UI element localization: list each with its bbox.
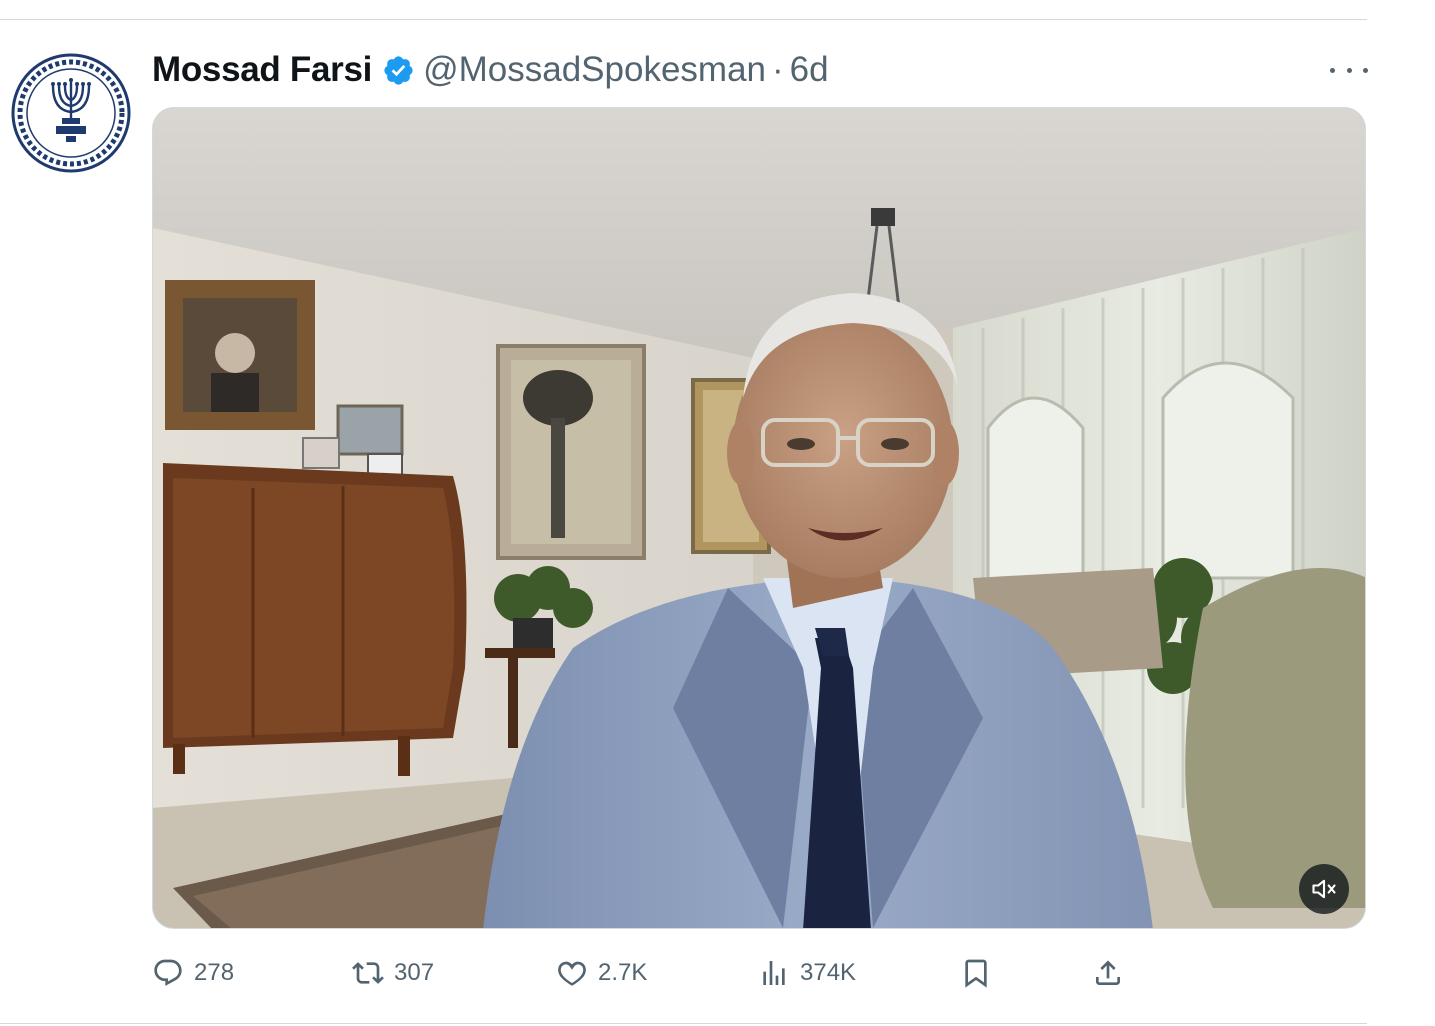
reply-icon xyxy=(152,957,184,989)
retweet-count: 307 xyxy=(394,959,435,986)
avatar[interactable] xyxy=(10,52,132,174)
views-button[interactable]: 374K xyxy=(758,948,856,998)
share-icon xyxy=(1092,957,1124,989)
like-button[interactable]: 2.7K xyxy=(556,948,647,998)
bookmark-icon xyxy=(960,957,992,989)
video-player[interactable] xyxy=(152,107,1366,929)
author-name[interactable]: Mossad Farsi xyxy=(152,50,372,90)
video-frame xyxy=(153,108,1365,928)
mossad-emblem-icon xyxy=(11,53,131,173)
retweet-icon xyxy=(352,957,384,989)
more-options-icon[interactable] xyxy=(1330,56,1368,84)
reply-button[interactable]: 278 xyxy=(152,948,234,998)
analytics-icon xyxy=(758,957,790,989)
views-count: 374K xyxy=(800,959,857,986)
tweet-timestamp[interactable]: 6d xyxy=(790,50,829,90)
heart-icon xyxy=(556,957,588,989)
bookmark-button[interactable] xyxy=(960,948,992,998)
reply-count: 278 xyxy=(194,959,235,986)
like-count: 2.7K xyxy=(598,959,648,986)
tweet-header: Mossad Farsi @MossadSpokesman · 6d xyxy=(152,44,829,96)
author-handle[interactable]: @MossadSpokesman xyxy=(423,50,766,90)
divider-top xyxy=(0,19,1367,20)
speaker-muted-icon[interactable] xyxy=(1299,864,1349,914)
separator-dot: · xyxy=(772,50,784,89)
retweet-button[interactable]: 307 xyxy=(352,948,434,998)
tweet-actions: 278 307 2.7K 374K xyxy=(152,948,1152,998)
share-button[interactable] xyxy=(1092,948,1124,998)
verified-badge-icon[interactable] xyxy=(382,54,415,87)
divider-bottom xyxy=(0,1023,1367,1024)
